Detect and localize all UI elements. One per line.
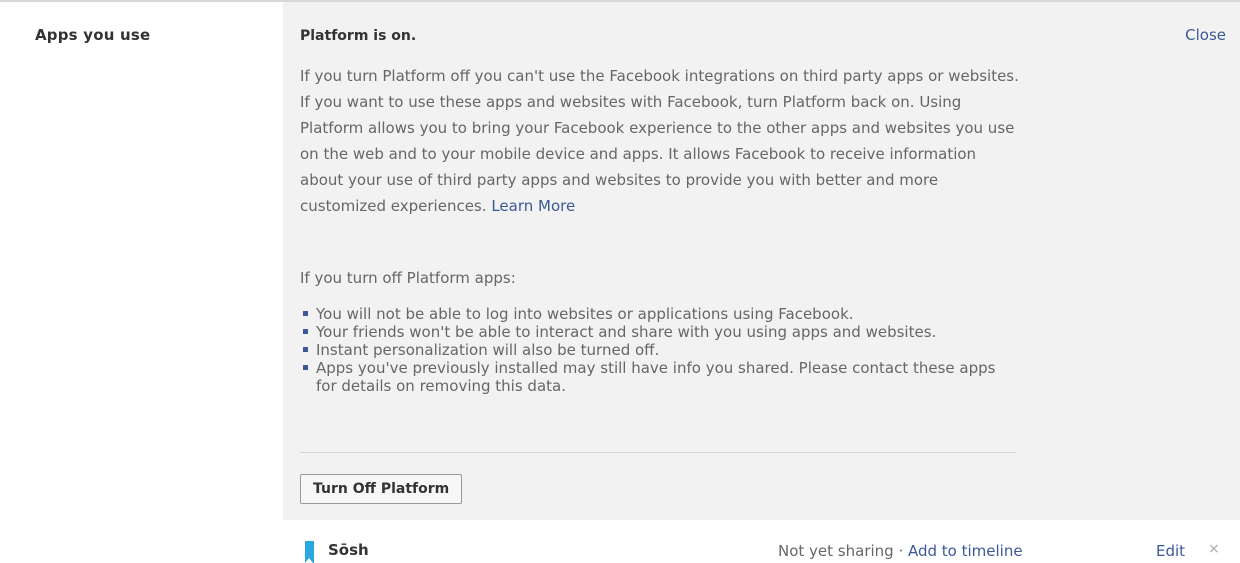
bookmark-icon [305, 541, 314, 563]
panel-divider [300, 452, 1016, 453]
app-name[interactable]: Sōsh [328, 541, 369, 559]
list-item: You will not be able to log into website… [300, 305, 1000, 323]
description-text: If you turn Platform off you can't use t… [300, 67, 1019, 215]
platform-description: If you turn Platform off you can't use t… [300, 63, 1020, 219]
add-to-timeline-link[interactable]: Add to timeline [908, 542, 1023, 560]
close-link[interactable]: Close [1185, 26, 1226, 44]
list-item: Instant personalization will also be tur… [300, 341, 1000, 359]
edit-app-link[interactable]: Edit [1156, 542, 1185, 560]
panel-title: Platform is on. [300, 28, 417, 44]
app-sharing-status: Not yet sharing · Add to timeline [778, 542, 1023, 560]
list-item: Apps you've previously installed may sti… [300, 359, 1000, 395]
app-row-sosh: Sōsh Not yet sharing · Add to timeline E… [283, 520, 1240, 563]
sharing-status-text: Not yet sharing · [778, 542, 908, 560]
remove-app-icon[interactable]: × [1208, 541, 1220, 557]
consequences-list: You will not be able to log into website… [300, 305, 1000, 395]
platform-settings-panel: Platform is on. Close If you turn Platfo… [283, 2, 1240, 520]
turn-off-subhead: If you turn off Platform apps: [300, 269, 516, 287]
list-item: Your friends won't be able to interact a… [300, 323, 1000, 341]
learn-more-link[interactable]: Learn More [491, 197, 575, 215]
section-label-apps-you-use: Apps you use [35, 26, 151, 44]
turn-off-platform-button[interactable]: Turn Off Platform [300, 474, 463, 504]
